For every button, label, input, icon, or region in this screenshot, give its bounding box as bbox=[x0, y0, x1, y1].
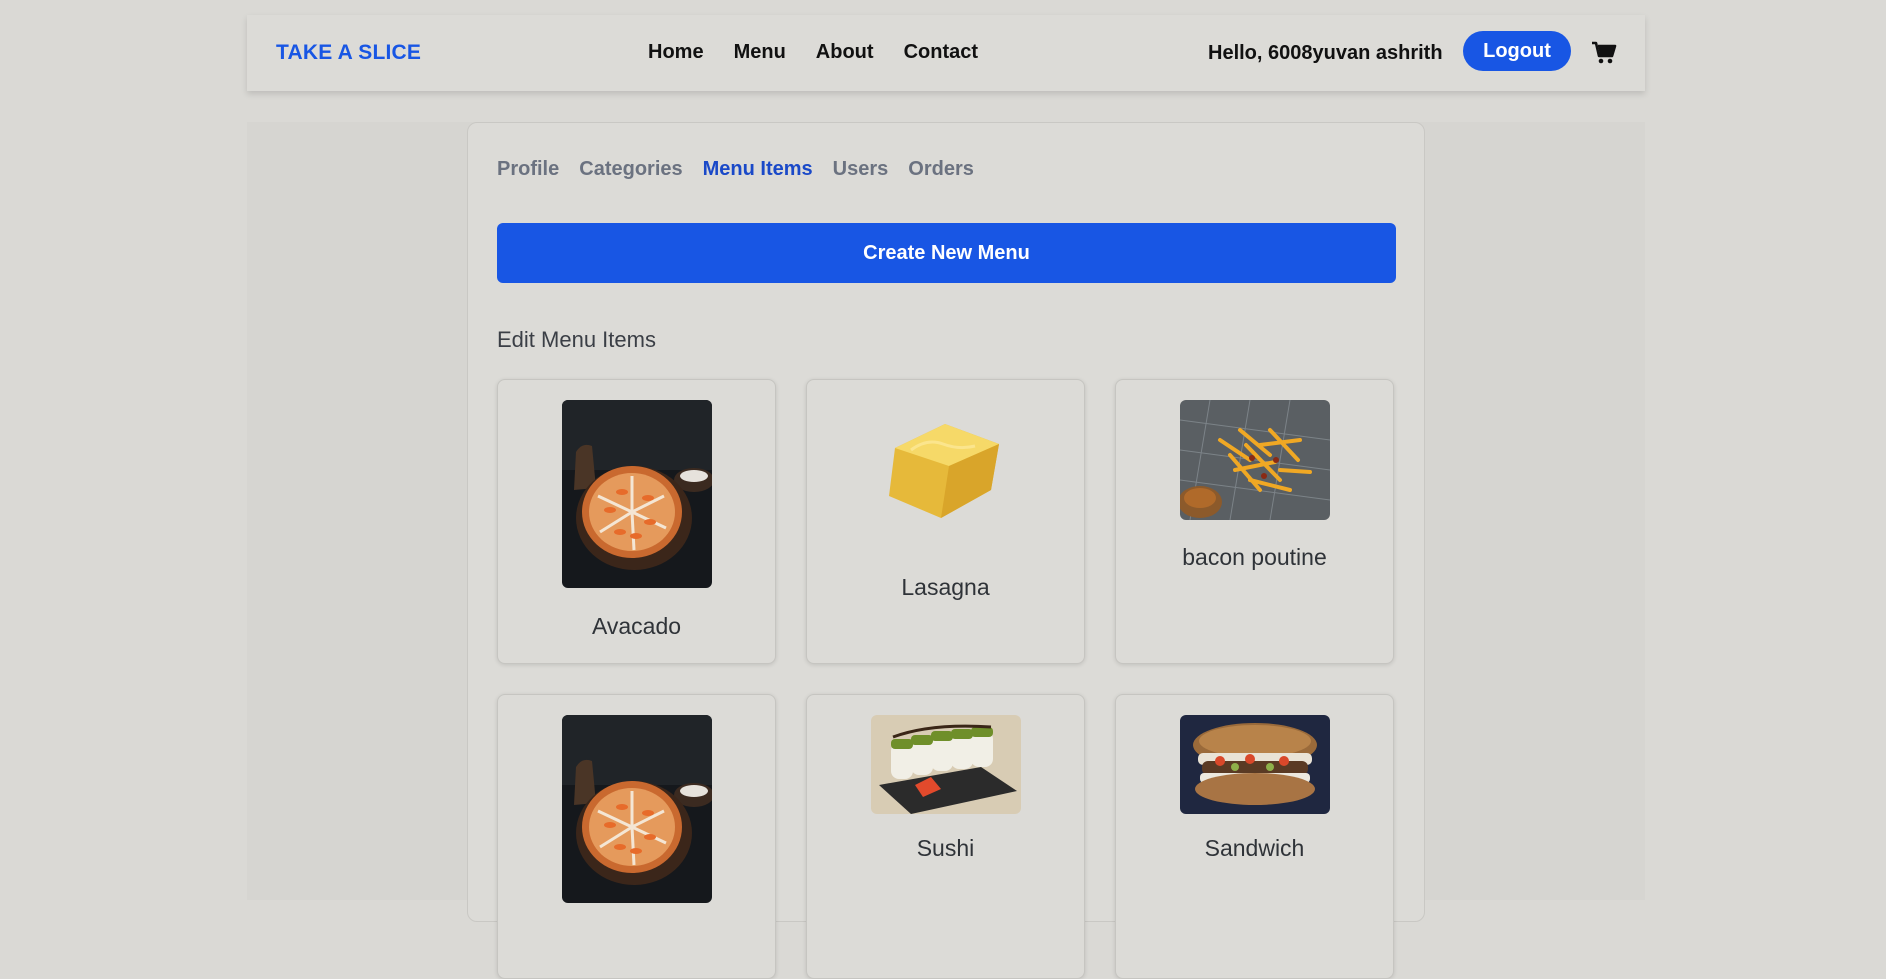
nav-menu-link[interactable]: Menu bbox=[734, 41, 786, 64]
nav-home-link[interactable]: Home bbox=[648, 41, 704, 64]
nav-contact-link[interactable]: Contact bbox=[904, 41, 978, 64]
menu-item-name: Avacado bbox=[591, 613, 682, 639]
admin-panel: Profile Categories Menu Items Users Orde… bbox=[467, 122, 1425, 979]
menu-item-name: Sandwich bbox=[1204, 835, 1305, 861]
menu-item-card[interactable] bbox=[497, 694, 776, 979]
menu-item-card[interactable]: Lasagna bbox=[806, 379, 1085, 664]
top-navbar: TAKE A SLICE Home Menu About Contact Hel… bbox=[247, 15, 1645, 91]
main-nav: Home Menu About Contact bbox=[648, 41, 978, 64]
menu-item-name: bacon poutine bbox=[1182, 544, 1327, 570]
section-title: Edit Menu Items bbox=[497, 327, 656, 352]
menu-item-name: Sushi bbox=[916, 835, 975, 861]
menu-item-card[interactable]: Sushi bbox=[806, 694, 1085, 979]
tab-menu-items[interactable]: Menu Items bbox=[703, 158, 813, 181]
menu-item-card[interactable]: Avacado bbox=[497, 379, 776, 664]
user-greeting: Hello, 6008yuvan ashrith bbox=[1208, 42, 1443, 64]
nav-about-link[interactable]: About bbox=[816, 41, 874, 64]
tab-users[interactable]: Users bbox=[833, 158, 889, 181]
pizza-image bbox=[562, 715, 712, 903]
tab-categories[interactable]: Categories bbox=[579, 158, 682, 181]
logout-button[interactable]: Logout bbox=[1463, 31, 1571, 71]
sushi-image bbox=[871, 715, 1021, 814]
create-new-menu-button[interactable]: Create New Menu bbox=[497, 223, 1396, 283]
pizza-image bbox=[562, 400, 712, 588]
tab-orders[interactable]: Orders bbox=[908, 158, 974, 181]
brand-logo[interactable]: TAKE A SLICE bbox=[276, 41, 421, 65]
sandwich-image bbox=[1180, 715, 1330, 814]
fries-image bbox=[1180, 400, 1330, 520]
admin-tabs: Profile Categories Menu Items Users Orde… bbox=[497, 158, 974, 181]
menu-item-card[interactable]: Sandwich bbox=[1115, 694, 1394, 979]
cart-icon[interactable] bbox=[1591, 41, 1617, 65]
menu-item-name: Lasagna bbox=[901, 574, 990, 600]
menu-item-card[interactable]: bacon poutine bbox=[1115, 379, 1394, 664]
tab-profile[interactable]: Profile bbox=[497, 158, 559, 181]
cheese-block-image bbox=[871, 400, 1021, 520]
